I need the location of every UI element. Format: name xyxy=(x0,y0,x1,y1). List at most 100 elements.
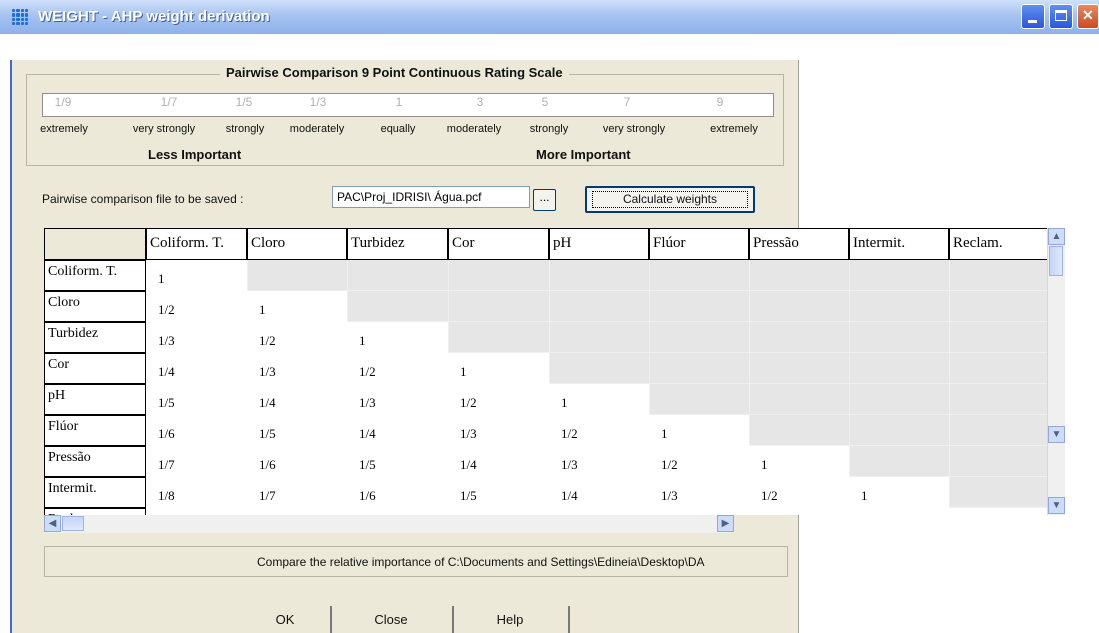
chevron-left-icon[interactable]: ◀ xyxy=(44,515,61,532)
file-path-input[interactable] xyxy=(332,186,530,208)
matrix-cell[interactable] xyxy=(949,446,1047,477)
matrix-cell[interactable]: 1/2 xyxy=(849,508,949,515)
matrix-cell[interactable]: 1/4 xyxy=(649,508,749,515)
matrix-cell[interactable]: 1 xyxy=(247,291,347,322)
matrix-cell[interactable] xyxy=(949,415,1047,446)
matrix-cell[interactable] xyxy=(649,322,749,353)
matrix-cell[interactable]: 1/5 xyxy=(549,508,649,515)
matrix-cell[interactable]: 1 xyxy=(849,477,949,508)
matrix-cell[interactable] xyxy=(448,291,549,322)
matrix-cell[interactable]: 1/2 xyxy=(347,353,448,384)
matrix-cell[interactable]: 1/5 xyxy=(146,384,247,415)
matrix-cell[interactable] xyxy=(649,291,749,322)
matrix-cell[interactable] xyxy=(949,260,1047,291)
rating-scale-bar[interactable]: 1/9 1/7 1/5 1/3 1 3 5 7 9 xyxy=(42,93,774,117)
close-button[interactable]: Close xyxy=(332,606,450,633)
matrix-cell[interactable]: 1 xyxy=(649,415,749,446)
matrix-cell[interactable] xyxy=(549,260,649,291)
maximize-button[interactable] xyxy=(1049,4,1073,29)
matrix-cell[interactable]: 1/5 xyxy=(347,446,448,477)
matrix-cell[interactable]: 1/3 xyxy=(448,415,549,446)
matrix-cell[interactable]: 1/6 xyxy=(247,446,347,477)
matrix-cell[interactable]: 1/2 xyxy=(146,291,247,322)
matrix-cell[interactable] xyxy=(949,353,1047,384)
close-window-button[interactable] xyxy=(1077,4,1099,29)
matrix-cell[interactable] xyxy=(849,415,949,446)
matrix-cell[interactable] xyxy=(347,260,448,291)
matrix-cell[interactable] xyxy=(549,291,649,322)
matrix-cell[interactable] xyxy=(949,384,1047,415)
matrix-cell[interactable] xyxy=(448,260,549,291)
minimize-button[interactable] xyxy=(1021,4,1045,29)
matrix-cell[interactable] xyxy=(849,446,949,477)
matrix-cell[interactable]: 1/4 xyxy=(347,415,448,446)
matrix-cell[interactable]: 1/3 xyxy=(247,353,347,384)
matrix-cell[interactable] xyxy=(949,291,1047,322)
matrix-cell[interactable]: 1/2 xyxy=(749,477,849,508)
matrix-cell[interactable]: 1 xyxy=(448,353,549,384)
matrix-cell[interactable] xyxy=(347,291,448,322)
help-button[interactable]: Help xyxy=(454,606,566,633)
matrix-cell[interactable] xyxy=(749,353,849,384)
matrix-cell[interactable] xyxy=(849,353,949,384)
matrix-cell[interactable] xyxy=(649,384,749,415)
scroll-thumb[interactable] xyxy=(1049,246,1063,276)
matrix-cell[interactable] xyxy=(649,260,749,291)
matrix-cell[interactable]: 1/6 xyxy=(448,508,549,515)
chevron-right-icon[interactable]: ▶ xyxy=(717,515,734,532)
matrix-cell[interactable]: 1/4 xyxy=(448,446,549,477)
calculate-weights-button[interactable]: Calculate weights xyxy=(585,186,755,213)
matrix-cell[interactable] xyxy=(849,322,949,353)
matrix-cell[interactable] xyxy=(949,322,1047,353)
matrix-cell[interactable]: 1/2 xyxy=(549,415,649,446)
matrix-cell[interactable] xyxy=(448,322,549,353)
matrix-cell[interactable]: 1 xyxy=(347,322,448,353)
matrix-cell[interactable] xyxy=(247,260,347,291)
vertical-scrollbar[interactable]: ▲ ▼ ▼ xyxy=(1047,228,1065,515)
matrix-cell[interactable]: 1/9 xyxy=(146,508,247,515)
matrix-cell[interactable]: 1/4 xyxy=(247,384,347,415)
matrix-cell[interactable]: 1/7 xyxy=(247,477,347,508)
matrix-cell[interactable] xyxy=(749,291,849,322)
matrix-cell[interactable]: 1 xyxy=(949,508,1047,515)
matrix-cell[interactable] xyxy=(749,415,849,446)
matrix-cell[interactable]: 1/7 xyxy=(146,446,247,477)
matrix-cell[interactable]: 1/5 xyxy=(448,477,549,508)
matrix-cell[interactable]: 1/5 xyxy=(247,415,347,446)
matrix-cell[interactable] xyxy=(749,322,849,353)
matrix-cell[interactable]: 1/7 xyxy=(347,508,448,515)
matrix-cell[interactable]: 1 xyxy=(146,260,247,291)
matrix-cell[interactable]: 1/3 xyxy=(146,322,247,353)
matrix-cell[interactable]: 1/2 xyxy=(448,384,549,415)
matrix-cell[interactable]: 1/3 xyxy=(649,477,749,508)
matrix-cell[interactable]: 1 xyxy=(549,384,649,415)
matrix-cell[interactable]: 1/4 xyxy=(549,477,649,508)
matrix-cell[interactable]: 1/6 xyxy=(146,415,247,446)
chevron-down-icon[interactable]: ▼ xyxy=(1048,497,1065,514)
chevron-up-icon[interactable]: ▲ xyxy=(1048,228,1065,245)
matrix-cell[interactable] xyxy=(649,353,749,384)
matrix-cell[interactable]: 1/2 xyxy=(247,322,347,353)
title-bar[interactable]: WEIGHT - AHP weight derivation xyxy=(0,0,1099,35)
matrix-cell[interactable]: 1/8 xyxy=(146,477,247,508)
matrix-cell[interactable] xyxy=(549,322,649,353)
matrix-cell[interactable] xyxy=(949,477,1047,508)
matrix-cell[interactable] xyxy=(749,384,849,415)
browse-button[interactable]: ... xyxy=(533,189,556,211)
matrix-cell[interactable]: 1/3 xyxy=(749,508,849,515)
pairwise-matrix[interactable]: Coliform. T. Cloro Turbidez Cor pH Flúor Press… xyxy=(44,228,1047,515)
matrix-cell[interactable]: 1/6 xyxy=(347,477,448,508)
chevron-down-icon[interactable]: ▼ xyxy=(1048,426,1065,443)
ok-button[interactable]: OK xyxy=(242,606,328,633)
matrix-cell[interactable] xyxy=(549,353,649,384)
horizontal-scrollbar[interactable]: ◀ ▶ xyxy=(44,515,734,533)
matrix-cell[interactable]: 1/8 xyxy=(247,508,347,515)
matrix-cell[interactable] xyxy=(749,260,849,291)
matrix-cell[interactable] xyxy=(849,384,949,415)
matrix-cell[interactable]: 1 xyxy=(749,446,849,477)
matrix-cell[interactable]: 1/3 xyxy=(549,446,649,477)
matrix-cell[interactable]: 1/4 xyxy=(146,353,247,384)
matrix-cell[interactable] xyxy=(849,260,949,291)
matrix-cell[interactable] xyxy=(849,291,949,322)
hscroll-thumb[interactable] xyxy=(62,516,84,531)
